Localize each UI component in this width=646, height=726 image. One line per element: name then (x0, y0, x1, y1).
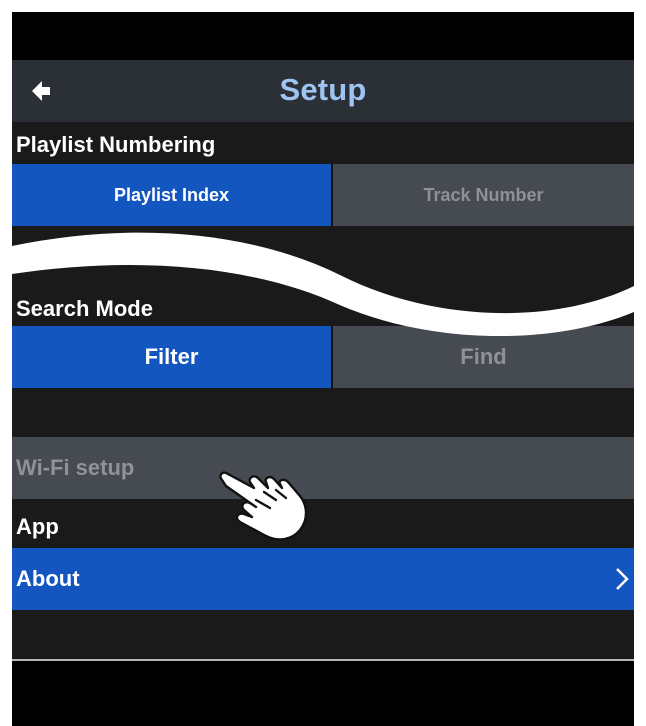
chevron-right-icon (616, 568, 629, 590)
about-row[interactable]: About (12, 548, 634, 610)
app-section-label: App (16, 514, 59, 539)
wifi-setup-row[interactable]: Wi-Fi setup (12, 437, 634, 499)
filter-option[interactable]: Filter (12, 326, 331, 388)
pointing-hand-icon (219, 471, 308, 541)
wifi-setup-label: Wi-Fi setup (16, 455, 135, 480)
search-mode-label: Search Mode (16, 296, 153, 321)
search-mode-control: Filter Find (12, 326, 634, 388)
app-screen: Setup Playlist Numbering Playlist Index … (12, 12, 634, 726)
playlist-index-option[interactable]: Playlist Index (12, 164, 331, 226)
page-title: Setup (279, 72, 367, 107)
playlist-numbering-control: Playlist Index Track Number (12, 164, 634, 226)
playlist-numbering-label: Playlist Numbering (16, 132, 216, 157)
navigation-bar: Setup (12, 60, 634, 122)
track-number-option[interactable]: Track Number (333, 164, 634, 226)
about-label: About (16, 566, 80, 591)
find-option[interactable]: Find (333, 326, 634, 388)
bottom-bar (12, 661, 634, 726)
status-bar (12, 12, 634, 60)
